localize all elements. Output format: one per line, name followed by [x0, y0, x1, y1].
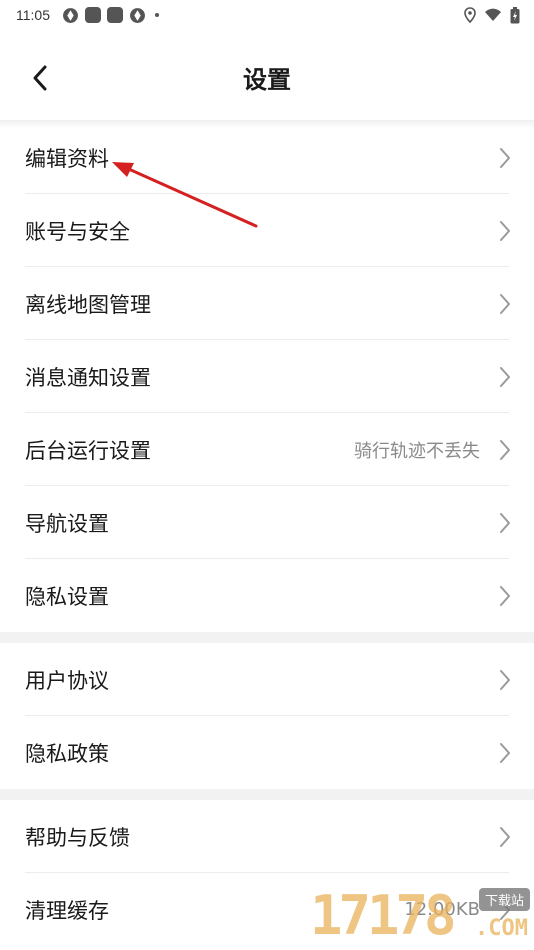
app-header: 设置: [0, 30, 534, 122]
settings-item-label: 消息通知设置: [25, 365, 151, 390]
watermark-digits: 17178: [310, 884, 457, 947]
app-notification-icon: [85, 7, 101, 23]
settings-item-navigation[interactable]: 导航设置: [0, 486, 534, 559]
app-notification-icon: [107, 7, 123, 23]
settings-item-label: 导航设置: [25, 511, 109, 536]
chevron-right-icon: [500, 148, 510, 168]
watermark-badge: 下载站: [478, 888, 530, 911]
system-icons: [464, 6, 520, 24]
settings-item-help-feedback[interactable]: 帮助与反馈: [0, 800, 534, 873]
settings-item-label: 帮助与反馈: [25, 825, 130, 850]
notification-icons: [62, 7, 159, 24]
settings-item-label: 离线地图管理: [25, 292, 151, 317]
section-gap: [0, 789, 534, 800]
settings-item-privacy-settings[interactable]: 隐私设置: [0, 559, 534, 632]
chevron-right-icon: [500, 827, 510, 847]
chevron-right-icon: [500, 670, 510, 690]
settings-item-label: 清理缓存: [25, 898, 109, 923]
settings-item-label: 账号与安全: [25, 219, 130, 244]
more-notifications-icon: [155, 13, 159, 17]
section-gap: [0, 632, 534, 643]
chevron-right-icon: [500, 294, 510, 314]
settings-item-value: 骑行轨迹不丢失: [354, 440, 480, 462]
battery-icon: [510, 6, 520, 23]
watermark-logo: 17178 下载站 .COM: [308, 882, 534, 950]
app-notification-icon: [130, 7, 145, 23]
watermark-suffix: .COM: [475, 916, 528, 941]
settings-item-label: 隐私设置: [25, 584, 109, 609]
settings-item-label: 隐私政策: [25, 741, 109, 766]
settings-list: 编辑资料 账号与安全 离线地图管理 消息通知设置 后台运行设置 骑行轨迹不丢失 …: [0, 121, 534, 946]
settings-item-edit-profile[interactable]: 编辑资料: [0, 121, 534, 194]
chevron-right-icon: [500, 221, 510, 241]
status-bar: 11:05: [0, 0, 534, 30]
status-time: 11:05: [16, 7, 50, 23]
settings-item-user-agreement[interactable]: 用户协议: [0, 643, 534, 716]
chevron-right-icon: [500, 440, 510, 460]
settings-item-account-security[interactable]: 账号与安全: [0, 194, 534, 267]
settings-item-label: 编辑资料: [25, 146, 109, 171]
settings-item-label: 用户协议: [25, 668, 109, 693]
settings-item-label: 后台运行设置: [25, 438, 151, 463]
settings-item-offline-maps[interactable]: 离线地图管理: [0, 267, 534, 340]
chevron-right-icon: [500, 586, 510, 606]
location-icon: [464, 7, 476, 23]
chevron-right-icon: [500, 513, 510, 533]
settings-item-privacy-policy[interactable]: 隐私政策: [0, 716, 534, 789]
app-notification-icon: [63, 7, 78, 23]
page-title: 设置: [243, 66, 291, 94]
chevron-right-icon: [500, 743, 510, 763]
settings-item-notifications[interactable]: 消息通知设置: [0, 340, 534, 413]
wifi-icon: [485, 8, 501, 21]
chevron-right-icon: [500, 367, 510, 387]
settings-item-background-run[interactable]: 后台运行设置 骑行轨迹不丢失: [0, 413, 534, 486]
